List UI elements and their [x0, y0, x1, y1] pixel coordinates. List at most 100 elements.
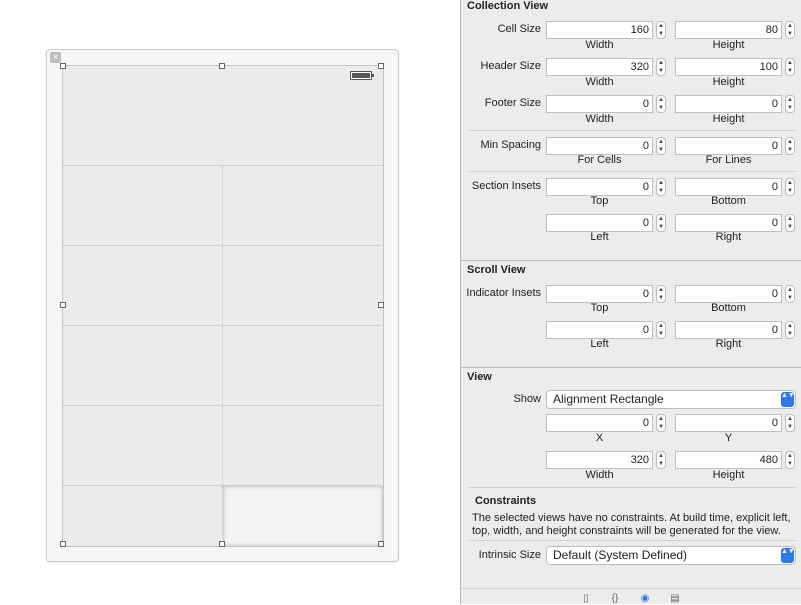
- stepper-down-icon[interactable]: ▼: [657, 423, 665, 431]
- indicator-inset-left-stepper[interactable]: ▲ ▼: [656, 321, 666, 339]
- indicator-inset-top-stepper[interactable]: ▲ ▼: [656, 285, 666, 303]
- indicator-inset-bottom-stepper[interactable]: ▲ ▼: [785, 285, 795, 303]
- collection-cell[interactable]: [223, 166, 382, 246]
- section-inset-bottom-field[interactable]: 0: [675, 178, 782, 196]
- min-spacing-lines-field[interactable]: 0: [675, 137, 782, 155]
- stepper-down-icon[interactable]: ▼: [786, 460, 794, 468]
- stepper-down-icon[interactable]: ▼: [786, 104, 794, 112]
- stepper-down-icon[interactable]: ▼: [657, 146, 665, 154]
- stepper-up-icon[interactable]: ▲: [657, 96, 665, 104]
- section-inset-top-stepper[interactable]: ▲ ▼: [656, 178, 666, 196]
- collection-cell[interactable]: [223, 246, 382, 326]
- stepper-up-icon[interactable]: ▲: [786, 59, 794, 67]
- storyboard-canvas[interactable]: ×: [0, 0, 460, 604]
- stepper-up-icon[interactable]: ▲: [657, 415, 665, 423]
- stepper-up-icon[interactable]: ▲: [657, 138, 665, 146]
- view-y-field[interactable]: 0: [675, 414, 782, 432]
- stepper-up-icon[interactable]: ▲: [786, 96, 794, 104]
- stepper-down-icon[interactable]: ▼: [657, 460, 665, 468]
- footer-width-stepper[interactable]: ▲ ▼: [656, 95, 666, 113]
- stepper-up-icon[interactable]: ▲: [657, 179, 665, 187]
- section-inset-right-field[interactable]: 0: [675, 214, 782, 232]
- header-width-stepper[interactable]: ▲ ▼: [656, 58, 666, 76]
- stepper-up-icon[interactable]: ▲: [657, 322, 665, 330]
- view-height-stepper[interactable]: ▲ ▼: [785, 451, 795, 469]
- stepper-up-icon[interactable]: ▲: [657, 286, 665, 294]
- view-width-stepper[interactable]: ▲ ▼: [656, 451, 666, 469]
- stepper-up-icon[interactable]: ▲: [786, 322, 794, 330]
- indicator-inset-right-stepper[interactable]: ▲ ▼: [785, 321, 795, 339]
- header-height-field[interactable]: 100: [675, 58, 782, 76]
- indicator-inset-left-field[interactable]: 0: [546, 321, 653, 339]
- resize-handle-top[interactable]: [219, 63, 225, 69]
- collection-view[interactable]: [62, 65, 384, 547]
- stepper-down-icon[interactable]: ▼: [786, 330, 794, 338]
- library-icon[interactable]: ▤: [669, 593, 681, 605]
- resize-handle-bottom[interactable]: [219, 541, 225, 547]
- collection-cell[interactable]: [63, 486, 223, 546]
- target-icon[interactable]: ◉: [639, 593, 651, 605]
- section-inset-top-field[interactable]: 0: [546, 178, 653, 196]
- resize-handle-bottom-left[interactable]: [60, 541, 66, 547]
- stepper-up-icon[interactable]: ▲: [657, 22, 665, 30]
- stepper-down-icon[interactable]: ▼: [786, 294, 794, 302]
- view-width-field[interactable]: 320: [546, 451, 653, 469]
- indicator-inset-bottom-field[interactable]: 0: [675, 285, 782, 303]
- section-inset-bottom-stepper[interactable]: ▲ ▼: [785, 178, 795, 196]
- stepper-up-icon[interactable]: ▲: [786, 452, 794, 460]
- section-inset-right-stepper[interactable]: ▲ ▼: [785, 214, 795, 232]
- stepper-up-icon[interactable]: ▲: [657, 452, 665, 460]
- collection-cell[interactable]: [63, 166, 223, 246]
- collection-cell-selected[interactable]: [223, 486, 383, 546]
- collection-cell[interactable]: [63, 326, 223, 406]
- cell-width-stepper[interactable]: ▲ ▼: [656, 21, 666, 39]
- stepper-down-icon[interactable]: ▼: [657, 67, 665, 75]
- stepper-down-icon[interactable]: ▼: [786, 223, 794, 231]
- stepper-up-icon[interactable]: ▲: [657, 59, 665, 67]
- stepper-up-icon[interactable]: ▲: [786, 22, 794, 30]
- view-y-stepper[interactable]: ▲ ▼: [785, 414, 795, 432]
- stepper-down-icon[interactable]: ▼: [786, 423, 794, 431]
- header-height-stepper[interactable]: ▲ ▼: [785, 58, 795, 76]
- stepper-down-icon[interactable]: ▼: [657, 104, 665, 112]
- footer-height-stepper[interactable]: ▲ ▼: [785, 95, 795, 113]
- cell-height-stepper[interactable]: ▲ ▼: [785, 21, 795, 39]
- stepper-up-icon[interactable]: ▲: [786, 286, 794, 294]
- view-height-field[interactable]: 480: [675, 451, 782, 469]
- indicator-inset-right-field[interactable]: 0: [675, 321, 782, 339]
- view-controller-frame[interactable]: ×: [46, 49, 399, 562]
- stepper-up-icon[interactable]: ▲: [657, 215, 665, 223]
- file-icon[interactable]: ▯: [580, 593, 592, 605]
- min-spacing-cells-field[interactable]: 0: [546, 137, 653, 155]
- stepper-up-icon[interactable]: ▲: [786, 415, 794, 423]
- collection-cell[interactable]: [223, 406, 382, 486]
- intrinsic-size-popup[interactable]: Default (System Defined) ▲▼: [546, 546, 796, 565]
- stepper-up-icon[interactable]: ▲: [786, 179, 794, 187]
- section-inset-left-field[interactable]: 0: [546, 214, 653, 232]
- resize-handle-top-left[interactable]: [60, 63, 66, 69]
- resize-handle-bottom-right[interactable]: [378, 541, 384, 547]
- show-popup[interactable]: Alignment Rectangle ▲▼: [546, 390, 796, 409]
- stepper-down-icon[interactable]: ▼: [786, 30, 794, 38]
- stepper-up-icon[interactable]: ▲: [786, 138, 794, 146]
- indicator-inset-top-field[interactable]: 0: [546, 285, 653, 303]
- stepper-down-icon[interactable]: ▼: [657, 223, 665, 231]
- stepper-up-icon[interactable]: ▲: [786, 215, 794, 223]
- close-icon[interactable]: ×: [50, 52, 61, 63]
- footer-width-field[interactable]: 0: [546, 95, 653, 113]
- view-x-stepper[interactable]: ▲ ▼: [656, 414, 666, 432]
- stepper-down-icon[interactable]: ▼: [657, 187, 665, 195]
- braces-icon[interactable]: {}: [609, 593, 621, 605]
- resize-handle-top-right[interactable]: [378, 63, 384, 69]
- stepper-down-icon[interactable]: ▼: [657, 330, 665, 338]
- section-inset-left-stepper[interactable]: ▲ ▼: [656, 214, 666, 232]
- resize-handle-right[interactable]: [378, 302, 384, 308]
- resize-handle-left[interactable]: [60, 302, 66, 308]
- view-x-field[interactable]: 0: [546, 414, 653, 432]
- stepper-down-icon[interactable]: ▼: [657, 294, 665, 302]
- min-spacing-cells-stepper[interactable]: ▲ ▼: [656, 137, 666, 155]
- collection-cell[interactable]: [63, 246, 223, 326]
- cell-width-field[interactable]: 160: [546, 21, 653, 39]
- collection-cell[interactable]: [63, 406, 223, 486]
- collection-header[interactable]: [63, 66, 383, 166]
